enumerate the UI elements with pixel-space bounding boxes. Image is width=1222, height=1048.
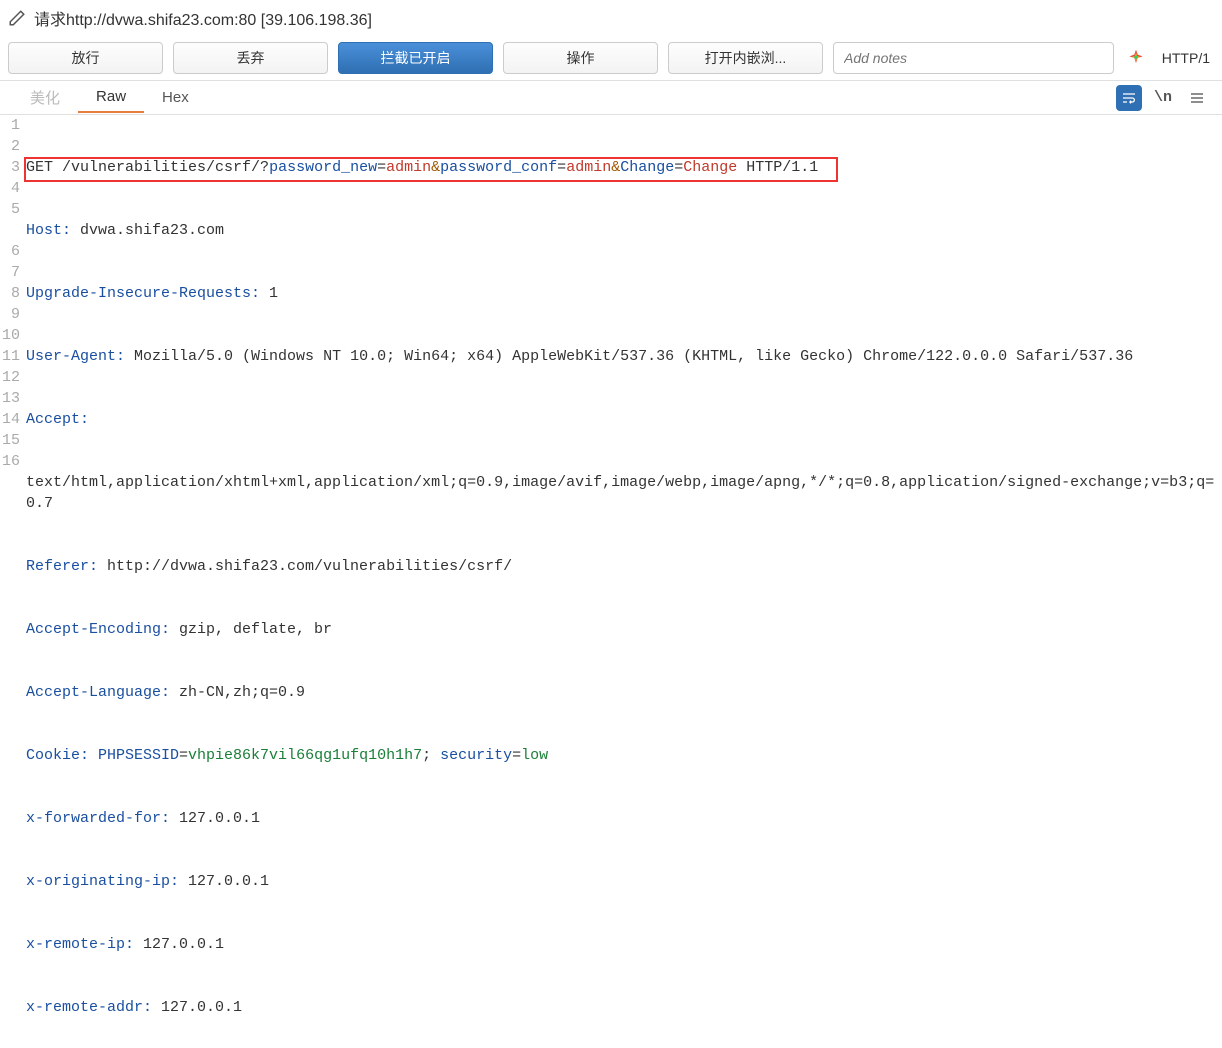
drop-button[interactable]: 丢弃 — [173, 42, 328, 74]
toolbar: 放行 丢弃 拦截已开启 操作 打开内嵌浏... HTTP/1 — [0, 36, 1222, 81]
view-tabs: 美化 Raw Hex \n — [0, 81, 1222, 115]
wrap-lines-icon[interactable] — [1116, 85, 1142, 111]
open-browser-button[interactable]: 打开内嵌浏... — [668, 42, 823, 74]
intercept-toggle-button[interactable]: 拦截已开启 — [338, 42, 493, 74]
tab-pretty[interactable]: 美化 — [12, 81, 78, 114]
highlight-icon[interactable] — [1124, 46, 1148, 70]
tab-raw[interactable]: Raw — [78, 82, 144, 113]
action-button[interactable]: 操作 — [503, 42, 658, 74]
code-area[interactable]: GET /vulnerabilities/csrf/?password_new=… — [24, 115, 1222, 1048]
title-bar: 请求http://dvwa.shifa23.com:80 [39.106.198… — [0, 0, 1222, 36]
tab-hex[interactable]: Hex — [144, 83, 207, 112]
protocol-label: HTTP/1 — [1158, 50, 1214, 66]
edit-icon — [8, 9, 26, 27]
line-gutter: 12345678910111213141516 — [0, 115, 24, 1048]
request-editor[interactable]: 12345678910111213141516 GET /vulnerabili… — [0, 115, 1222, 1048]
request-title: 请求http://dvwa.shifa23.com:80 [39.106.198… — [34, 6, 372, 30]
forward-button[interactable]: 放行 — [8, 42, 163, 74]
notes-input[interactable] — [833, 42, 1114, 74]
editor-menu-icon[interactable] — [1184, 85, 1210, 111]
show-newlines-icon[interactable]: \n — [1150, 85, 1176, 111]
request-line: GET /vulnerabilities/csrf/?password_new=… — [26, 157, 1222, 178]
